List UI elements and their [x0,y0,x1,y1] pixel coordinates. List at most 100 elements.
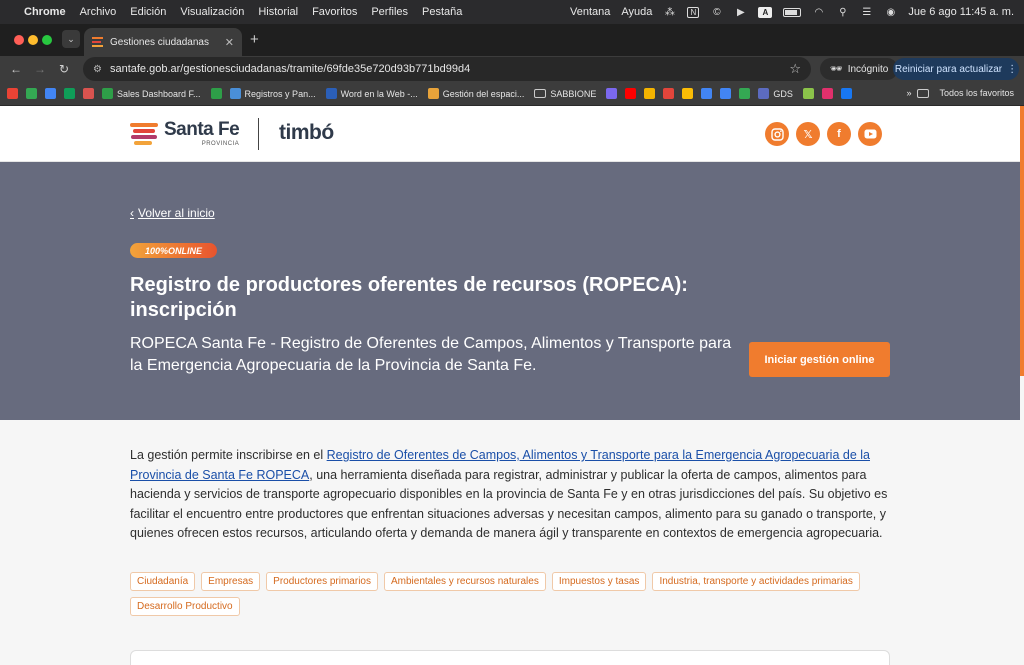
tab-search-icon[interactable]: ⌄ [62,30,80,48]
menu-historial[interactable]: Historial [258,6,298,18]
bookmark-label: GDS [773,88,793,99]
copyright-icon[interactable]: © [710,7,723,18]
notion-icon[interactable]: N [687,6,700,18]
back-to-home-link[interactable]: ‹ Volver al inicio [130,206,215,220]
logo-santa-fe-text: Santa Fe [164,119,240,140]
word-icon [325,88,337,99]
battery-icon[interactable] [783,7,802,17]
instagram-bookmark-icon[interactable] [821,88,833,99]
keyboard-input-icon[interactable]: A [758,6,773,18]
bookmark-label: SABBIONE [550,88,597,99]
calendar-icon[interactable] [45,88,56,99]
dropbox-icon[interactable]: ⁂ [663,7,676,18]
drive-icon[interactable] [26,88,37,99]
bookmark-gds[interactable]: GDS [758,88,793,99]
bookmark-app-icon[interactable] [701,88,713,99]
bookmark-label: Gestión del espaci... [442,88,525,99]
menu-archivo[interactable]: Archivo [80,6,117,18]
fullscreen-window-button[interactable] [42,35,52,45]
gmail-icon[interactable] [7,88,18,99]
tag-empresas[interactable]: Empresas [201,572,261,591]
new-tab-button[interactable]: + [250,31,259,48]
menu-pestana[interactable]: Pestaña [422,6,462,18]
tab-title: Gestiones ciudadanas [110,36,209,48]
minimize-window-button[interactable] [28,35,38,45]
bookmark-sales-dashboard[interactable]: Sales Dashboard F... [102,88,201,99]
timbo-logo[interactable]: timbó [279,121,334,145]
facebook-icon[interactable]: f [827,122,851,146]
tag-industria[interactable]: Industria, transporte y actividades prim… [652,572,860,591]
bookmark-app-icon[interactable] [739,88,751,99]
kebab-menu-icon[interactable]: ⋮ [1007,64,1017,75]
incognito-icon: 🕶 [830,63,843,75]
santa-fe-logo[interactable]: Santa Fe PROVINCIA [130,119,240,147]
bookmark-page-icon [427,88,439,99]
facebook-bookmark-icon[interactable] [840,88,852,99]
tag-desarrollo-productivo[interactable]: Desarrollo Productivo [130,597,240,616]
menubar-clock[interactable]: Jue 6 ago 11:45 a. m. [908,6,1014,18]
siri-icon[interactable]: ◉ [884,7,897,18]
bookmark-folder-sabbione[interactable]: SABBIONE [534,89,596,99]
menu-visualizacion[interactable]: Visualización [180,6,244,18]
tag-ambientales[interactable]: Ambientales y recursos naturales [383,572,546,591]
sheets-icon[interactable] [210,88,222,99]
close-window-button[interactable] [14,35,24,45]
play-icon[interactable]: ▶ [734,7,747,18]
santa-fe-favicon-icon [92,37,103,47]
bookmark-app-icon[interactable] [606,88,618,99]
address-bar[interactable]: ⚙ santafe.gob.ar/gestionesciudadanas/tra… [83,57,811,81]
more-bookmarks-icon[interactable]: » [906,88,911,98]
close-tab-icon[interactable]: ✕ [225,36,234,49]
page-scrollbar-thumb[interactable] [1020,106,1024,376]
bookmark-app-icon[interactable] [644,88,656,99]
restart-to-update-label: Reiniciar para actualizar [894,63,1003,75]
santa-fe-logo-mark-icon [130,122,160,146]
menu-ventana[interactable]: Ventana [570,6,610,18]
procedure-description: La gestión permite inscribirse en el Reg… [130,446,890,544]
site-info-icon[interactable]: ⚙ [93,64,102,75]
tag-ciudadania[interactable]: Ciudadanía [130,572,196,591]
bookmark-app-icon[interactable] [663,88,675,99]
page-title: Registro de productores oferentes de rec… [130,274,688,321]
meet-icon[interactable] [64,88,75,99]
youtube-icon[interactable] [858,122,882,146]
x-icon[interactable]: 𝕏 [796,122,820,146]
all-bookmarks-folder[interactable]: Todos los favoritos [939,88,1014,98]
menu-app-chrome[interactable]: Chrome [24,6,66,18]
youtube-bookmark-icon[interactable] [625,88,637,99]
bookmark-app-icon[interactable] [682,88,694,99]
menu-ayuda[interactable]: Ayuda [621,6,652,18]
menu-perfiles[interactable]: Perfiles [371,6,408,18]
bookmark-app-icon[interactable] [802,88,814,99]
start-online-procedure-button[interactable]: Iniciar gestión online [749,342,890,377]
bookmark-gestion-espacio[interactable]: Gestión del espaci... [427,88,525,99]
docs-icon[interactable] [720,88,732,99]
chart-icon [229,88,241,99]
menu-edicion[interactable]: Edición [130,6,166,18]
forward-arrow-icon[interactable]: → [28,62,52,76]
bookmark-registros[interactable]: Registros y Pan... [229,88,316,99]
bookmark-label: Sales Dashboard F... [117,88,201,99]
menu-favoritos[interactable]: Favoritos [312,6,357,18]
bookmarks-bar: Sales Dashboard F... Registros y Pan... … [0,82,1024,106]
incognito-label: Incógnito [847,63,889,75]
spotlight-search-icon[interactable]: ⚲ [836,7,849,18]
bookmark-star-icon[interactable]: ☆ [789,61,801,77]
restart-to-update-button[interactable]: Reiniciar para actualizar ⋮ [893,58,1019,80]
back-arrow-icon[interactable]: ← [4,62,28,76]
tag-impuestos[interactable]: Impuestos y tasas [551,572,647,591]
gds-icon [758,88,770,99]
calendar-31-icon[interactable] [83,88,94,99]
reload-icon[interactable]: ↻ [52,62,76,76]
incognito-indicator[interactable]: 🕶 Incógnito [820,58,899,80]
wifi-icon[interactable]: ◠ [812,7,825,18]
instagram-icon[interactable] [765,122,789,146]
address-bar-url[interactable]: santafe.gob.ar/gestionesciudadanas/trami… [110,63,789,75]
tab-gestiones-ciudadanas[interactable]: Gestiones ciudadanas ✕ [84,28,242,56]
control-center-icon[interactable]: ☰ [860,7,873,18]
bookmark-word-web[interactable]: Word en la Web -... [325,88,418,99]
bookmark-label: Registros y Pan... [244,88,316,99]
tag-productores-primarios[interactable]: Productores primarios [266,572,378,591]
social-links: 𝕏 f [765,122,882,146]
description-intro: La gestión permite inscribirse en el [130,448,327,462]
